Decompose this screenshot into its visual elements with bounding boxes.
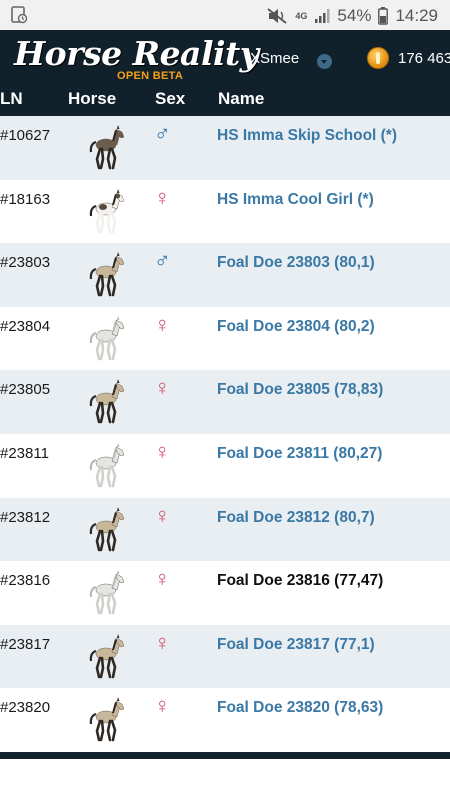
signal-icon bbox=[315, 9, 330, 23]
horse-name-link[interactable]: Foal Doe 23805 (78,83) bbox=[217, 381, 383, 399]
clock: 14:29 bbox=[395, 6, 438, 25]
table-row[interactable]: #23817 ♀ Foal Doe 23817 (77,1) bbox=[0, 624, 450, 689]
table-row[interactable]: #23805 ♀ Foal Doe 23805 (78,83) bbox=[0, 370, 450, 434]
horse-list: #10627 ♂ HS Imma Skip School (*) #18163 ♀ HS … bbox=[0, 116, 450, 752]
table-row[interactable]: #10627 ♂ HS Imma Skip School (*) bbox=[0, 116, 450, 180]
logo-text: Horse Reality bbox=[14, 34, 259, 73]
horse-ln: #23811 bbox=[0, 444, 49, 462]
foal-image[interactable] bbox=[84, 378, 126, 424]
foal-image[interactable] bbox=[84, 124, 126, 170]
foal-image[interactable] bbox=[84, 569, 126, 615]
foal-image[interactable] bbox=[84, 188, 126, 234]
foal-image[interactable] bbox=[84, 442, 126, 488]
status-icons: 4G 54% 14:29 bbox=[266, 6, 438, 26]
female-icon: ♀ bbox=[154, 375, 171, 401]
column-header-horse: Horse bbox=[68, 89, 117, 108]
column-header-ln[interactable]: LN bbox=[0, 89, 23, 109]
table-row[interactable]: #18163 ♀ HS Imma Cool Girl (*) bbox=[0, 179, 450, 244]
horse-ln: #23812 bbox=[0, 508, 51, 526]
horse-name-link[interactable]: Foal Doe 23820 (78,63) bbox=[217, 699, 383, 717]
female-icon: ♀ bbox=[154, 311, 171, 337]
male-icon: ♂ bbox=[154, 121, 171, 146]
foal-image[interactable] bbox=[84, 315, 126, 361]
horse-ln: #23817 bbox=[0, 635, 51, 653]
horse-name-current: Foal Doe 23816 (77,47) bbox=[217, 572, 384, 590]
female-icon: ♀ bbox=[154, 566, 171, 592]
coin-icon bbox=[367, 47, 389, 69]
horse-name-link[interactable]: Foal Doe 23812 (80,7) bbox=[217, 509, 375, 527]
table-row[interactable]: #23811 ♀ Foal Doe 23811 (80,27) bbox=[0, 433, 450, 498]
horse-name-link[interactable]: Foal Doe 23817 (77,1) bbox=[217, 636, 375, 654]
female-icon: ♀ bbox=[154, 629, 171, 655]
table-row[interactable]: #23803 ♂ Foal Doe 23803 (80,1) bbox=[0, 243, 450, 307]
horse-ln: #23805 bbox=[0, 381, 51, 399]
column-header-sex[interactable]: Sex bbox=[155, 89, 185, 109]
horse-name-link[interactable]: HS Imma Skip School (*) bbox=[217, 127, 397, 145]
horse-ln: #10627 bbox=[0, 127, 51, 144]
footer-bar bbox=[0, 752, 450, 759]
mute-icon bbox=[267, 8, 287, 24]
female-icon: ♀ bbox=[154, 438, 171, 464]
battery-percent: 54% bbox=[337, 6, 372, 25]
foal-image[interactable] bbox=[84, 633, 126, 679]
network-type-label: 4G bbox=[295, 10, 308, 21]
horse-ln: #23803 bbox=[0, 254, 51, 272]
table-header: LN Horse Sex Name bbox=[0, 86, 450, 116]
horse-name-link[interactable]: Foal Doe 23811 (80,27) bbox=[217, 445, 382, 463]
game-header: Horse Reality OPEN BETA XSmee 176 463 bbox=[0, 30, 450, 86]
battery-icon bbox=[378, 7, 389, 25]
table-row[interactable]: #23820 ♀ Foal Doe 23820 (78,63) bbox=[0, 688, 450, 752]
logo-subtitle: OPEN BETA bbox=[117, 70, 184, 82]
table-row[interactable]: #23816 ♀ Foal Doe 23816 (77,47) bbox=[0, 561, 450, 625]
horse-ln: #23820 bbox=[0, 699, 51, 717]
horse-name-link[interactable]: HS Imma Cool Girl (*) bbox=[217, 191, 374, 209]
horse-ln: #23804 bbox=[0, 317, 51, 335]
horse-name-link[interactable]: Foal Doe 23804 (80,2) bbox=[217, 318, 375, 336]
foal-image[interactable] bbox=[84, 251, 126, 297]
foal-image[interactable] bbox=[84, 696, 126, 742]
table-row[interactable]: #23804 ♀ Foal Doe 23804 (80,2) bbox=[0, 306, 450, 371]
female-icon: ♀ bbox=[154, 693, 171, 719]
column-header-name[interactable]: Name bbox=[218, 89, 264, 109]
currency-balance: 176 463 bbox=[398, 50, 450, 67]
horse-ln: #18163 bbox=[0, 190, 51, 208]
horse-name-link[interactable]: Foal Doe 23803 (80,1) bbox=[217, 254, 375, 272]
username[interactable]: XSmee bbox=[250, 50, 299, 67]
male-icon: ♂ bbox=[154, 248, 171, 274]
female-icon: ♀ bbox=[154, 184, 171, 210]
horse-ln: #23816 bbox=[0, 572, 51, 590]
female-icon: ♀ bbox=[154, 502, 171, 528]
foal-image[interactable] bbox=[84, 506, 126, 552]
chevron-down-icon[interactable] bbox=[317, 54, 332, 69]
notification-icon bbox=[11, 6, 28, 24]
status-bar: 4G 54% 14:29 bbox=[0, 0, 450, 30]
table-row[interactable]: #23812 ♀ Foal Doe 23812 (80,7) bbox=[0, 497, 450, 562]
horse-reality-logo[interactable]: Horse Reality OPEN BETA bbox=[14, 34, 259, 84]
